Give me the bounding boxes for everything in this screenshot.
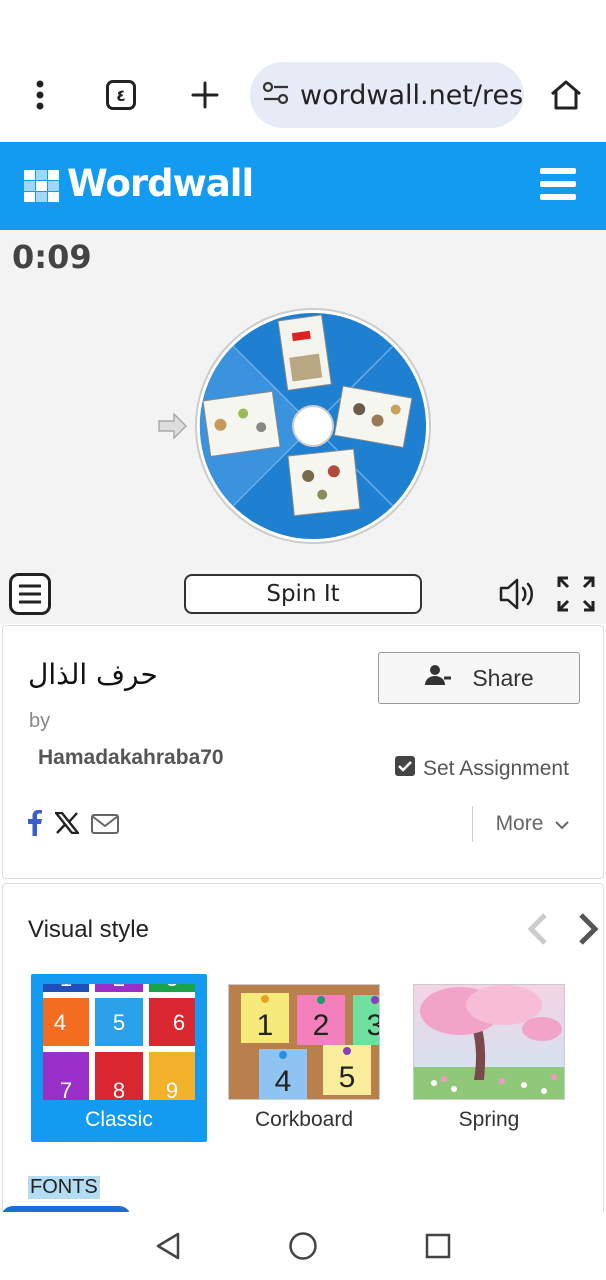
wordwall-logo-text[interactable]: Wordwall	[67, 162, 254, 205]
recents-icon[interactable]	[425, 1233, 451, 1264]
chevron-left-icon[interactable]	[525, 912, 549, 951]
set-assignment-link[interactable]: Set Assignment	[395, 756, 569, 782]
site-settings-icon[interactable]	[262, 81, 290, 110]
pointer-arrow-icon	[158, 412, 188, 444]
classic-number: 6	[173, 1010, 185, 1035]
timer: 0:09	[12, 238, 92, 276]
classic-number: 9	[166, 1078, 178, 1100]
share-label: Share	[472, 664, 534, 691]
classic-number: 2	[113, 984, 125, 991]
person-icon	[424, 664, 452, 692]
spinner-wheel[interactable]	[193, 306, 433, 551]
back-icon[interactable]	[155, 1232, 181, 1265]
chevron-down-icon	[555, 812, 570, 836]
more-label: More	[495, 812, 544, 835]
activity-info-card: حرف الذال by Hamadakahraba70 Share Set A…	[2, 625, 604, 879]
classic-number: 3	[166, 984, 178, 991]
fullscreen-icon[interactable]	[557, 576, 595, 617]
corkboard-thumbnail: 1 2 3 4 5	[228, 984, 380, 1100]
site-header: Wordwall	[0, 142, 606, 230]
tab-switcher-button[interactable]: ٤	[100, 50, 142, 140]
classic-number: 7	[60, 1078, 72, 1100]
corkboard-number: 3	[367, 1009, 380, 1042]
hamburger-menu-icon[interactable]	[540, 166, 576, 207]
style-label-classic: Classic	[85, 1108, 153, 1131]
author-link[interactable]: Hamadakahraba70	[38, 746, 224, 770]
style-option-classic[interactable]: 1 2 3 4 5 6 7 8 9 Classic	[31, 974, 207, 1142]
url-text: wordwall.net/reso	[300, 79, 524, 111]
chevron-right-icon[interactable]	[577, 912, 601, 951]
classic-number: 1	[60, 984, 72, 991]
new-tab-icon[interactable]	[186, 50, 224, 140]
options-menu-icon[interactable]	[9, 573, 51, 620]
corkboard-number: 5	[339, 1061, 356, 1094]
browser-toolbar: ٤ wordwall.net/reso	[0, 50, 606, 140]
address-bar[interactable]: wordwall.net/reso	[250, 62, 524, 128]
classic-number: 8	[113, 1078, 125, 1100]
home-icon[interactable]	[546, 50, 586, 140]
home-nav-icon[interactable]	[288, 1231, 318, 1266]
system-navigation-bar	[0, 1212, 606, 1280]
spring-thumbnail	[413, 984, 565, 1100]
share-button[interactable]: Share	[378, 652, 580, 704]
fonts-section-label: FONTS	[28, 1176, 100, 1199]
style-option-corkboard[interactable]: 1 2 3 4 5 Corkboard	[216, 974, 392, 1142]
checkbox-icon	[395, 756, 415, 782]
set-assignment-label: Set Assignment	[423, 757, 569, 780]
email-icon[interactable]	[91, 814, 119, 839]
corkboard-number: 2	[313, 1009, 330, 1042]
corkboard-number: 1	[257, 1009, 274, 1042]
style-label-corkboard: Corkboard	[254, 1108, 354, 1131]
visual-style-card: Visual style 1 2 3 4	[2, 883, 604, 1223]
style-label-spring: Spring	[458, 1108, 520, 1131]
more-dropdown[interactable]: More	[472, 806, 592, 842]
browser-menu-icon[interactable]	[18, 50, 62, 140]
activity-title: حرف الذال	[28, 658, 158, 691]
style-option-spring[interactable]: Spring	[401, 974, 577, 1142]
game-area: 0:09 Spin It	[0, 230, 606, 624]
volume-icon[interactable]	[498, 577, 536, 616]
visual-style-title: Visual style	[28, 916, 149, 943]
by-label: by	[29, 710, 51, 732]
x-twitter-icon[interactable]	[53, 811, 81, 839]
classic-number: 5	[113, 1010, 125, 1035]
classic-number: 4	[54, 1010, 66, 1035]
corkboard-number: 4	[275, 1065, 292, 1098]
spin-it-button[interactable]: Spin It	[184, 574, 422, 614]
facebook-icon[interactable]	[27, 810, 43, 841]
classic-thumbnail: 1 2 3 4 5 6 7 8 9	[43, 984, 195, 1100]
wordwall-logo-icon[interactable]	[24, 170, 60, 207]
tab-count: ٤	[106, 80, 136, 110]
